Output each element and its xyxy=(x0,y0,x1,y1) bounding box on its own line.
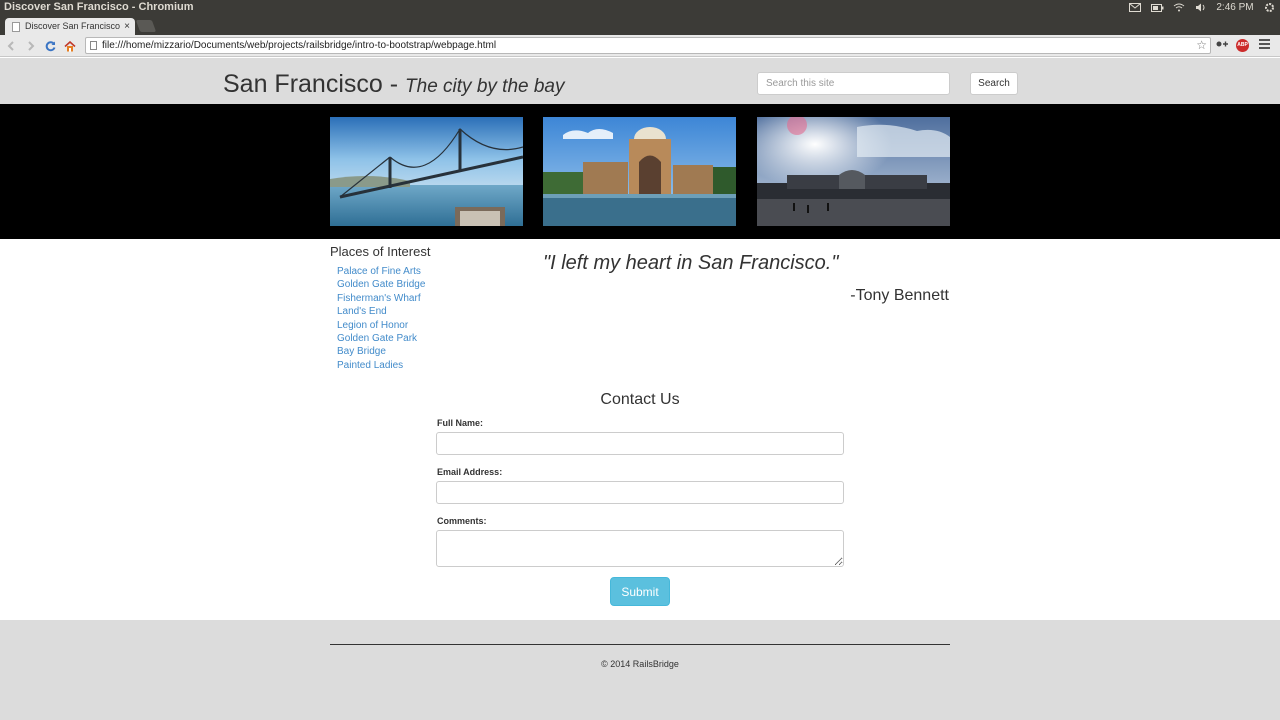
address-bar[interactable]: file:///home/mizzario/Documents/web/proj… xyxy=(85,37,1211,54)
quote-author: -Tony Bennett xyxy=(850,287,949,304)
site-title: San Francisco - The city by the bay xyxy=(223,70,564,99)
page-icon xyxy=(90,41,97,50)
page-icon xyxy=(12,22,20,32)
submit-button[interactable]: Submit xyxy=(610,577,670,606)
place-link-palace-of-fine-arts[interactable]: Palace of Fine Arts xyxy=(337,266,421,277)
place-link-bay-bridge[interactable]: Bay Bridge xyxy=(337,346,386,357)
list-item: Painted Ladies xyxy=(337,359,425,372)
close-tab-icon[interactable]: × xyxy=(124,18,130,35)
tab-title: Discover San Francisco xyxy=(25,21,121,31)
home-icon[interactable] xyxy=(62,38,78,54)
bay-bridge-photo xyxy=(330,117,523,226)
mail-icon[interactable] xyxy=(1124,0,1146,15)
volume-icon[interactable] xyxy=(1190,0,1212,15)
adblock-icon[interactable]: ABP xyxy=(1236,39,1249,52)
bookmark-star-icon[interactable]: ☆ xyxy=(1196,38,1207,53)
place-link-golden-gate-bridge[interactable]: Golden Gate Bridge xyxy=(337,279,425,290)
place-link-fishermans-wharf[interactable]: Fisherman's Wharf xyxy=(337,293,421,304)
list-item: Land's End xyxy=(337,305,425,318)
wifi-icon[interactable] xyxy=(1168,0,1190,15)
new-tab-button[interactable] xyxy=(135,20,157,32)
window-title: Discover San Francisco - Chromium xyxy=(4,1,194,13)
back-arrow-icon[interactable] xyxy=(3,38,19,54)
battery-icon[interactable] xyxy=(1146,0,1168,15)
list-item: Bay Bridge xyxy=(337,345,425,358)
palace-of-fine-arts-photo xyxy=(543,117,736,226)
forward-arrow-icon[interactable] xyxy=(23,38,39,54)
footer-divider xyxy=(330,644,950,645)
comments-label: Comments: xyxy=(437,516,487,526)
places-list: Palace of Fine Arts Golden Gate Bridge F… xyxy=(337,265,425,372)
contact-title: Contact Us xyxy=(600,391,680,408)
place-link-legion-of-honor[interactable]: Legion of Honor xyxy=(337,320,408,331)
site-header: San Francisco - The city by the bay Sear… xyxy=(0,58,1280,104)
system-tray: 2:46 PM xyxy=(1124,0,1280,15)
url-text: file:///home/mizzario/Documents/web/proj… xyxy=(102,40,497,51)
site-tagline: The city by the bay xyxy=(405,76,565,97)
search-button[interactable]: Search xyxy=(970,72,1018,95)
search-input[interactable] xyxy=(757,72,950,95)
os-title-bar: Discover San Francisco - Chromium 2:46 P… xyxy=(0,0,1280,15)
browser-toolbar: file:///home/mizzario/Documents/web/proj… xyxy=(0,35,1280,57)
comments-field[interactable] xyxy=(436,530,844,567)
place-link-lands-end[interactable]: Land's End xyxy=(337,306,387,317)
power-gear-icon[interactable] xyxy=(1258,0,1280,15)
full-name-label: Full Name: xyxy=(437,418,484,428)
clock[interactable]: 2:46 PM xyxy=(1212,0,1258,15)
list-item: Golden Gate Bridge xyxy=(337,278,425,291)
footer-copyright: © 2014 RailsBridge xyxy=(601,659,679,669)
place-link-golden-gate-park[interactable]: Golden Gate Park xyxy=(337,333,417,344)
tab-strip: Discover San Francisco × xyxy=(0,15,1280,35)
list-item: Legion of Honor xyxy=(337,319,425,332)
list-item: Fisherman's Wharf xyxy=(337,292,425,305)
sidebar-heading: Places of Interest xyxy=(330,244,431,259)
place-link-painted-ladies[interactable]: Painted Ladies xyxy=(337,360,403,371)
footer: © 2014 RailsBridge xyxy=(0,620,1280,720)
quote-text: "I left my heart in San Francisco." xyxy=(543,252,839,274)
reload-icon[interactable] xyxy=(42,38,58,54)
site-title-text: San Francisco - xyxy=(223,70,399,98)
email-field[interactable] xyxy=(436,481,844,504)
extension-icon[interactable] xyxy=(1215,39,1229,51)
photo-band xyxy=(0,104,1280,239)
list-item: Golden Gate Park xyxy=(337,332,425,345)
browser-tab[interactable]: Discover San Francisco × xyxy=(5,18,135,35)
email-label: Email Address: xyxy=(437,467,503,477)
full-name-field[interactable] xyxy=(436,432,844,455)
list-item: Palace of Fine Arts xyxy=(337,265,425,278)
menu-icon[interactable] xyxy=(1259,39,1270,52)
legion-of-honor-photo xyxy=(757,117,950,226)
